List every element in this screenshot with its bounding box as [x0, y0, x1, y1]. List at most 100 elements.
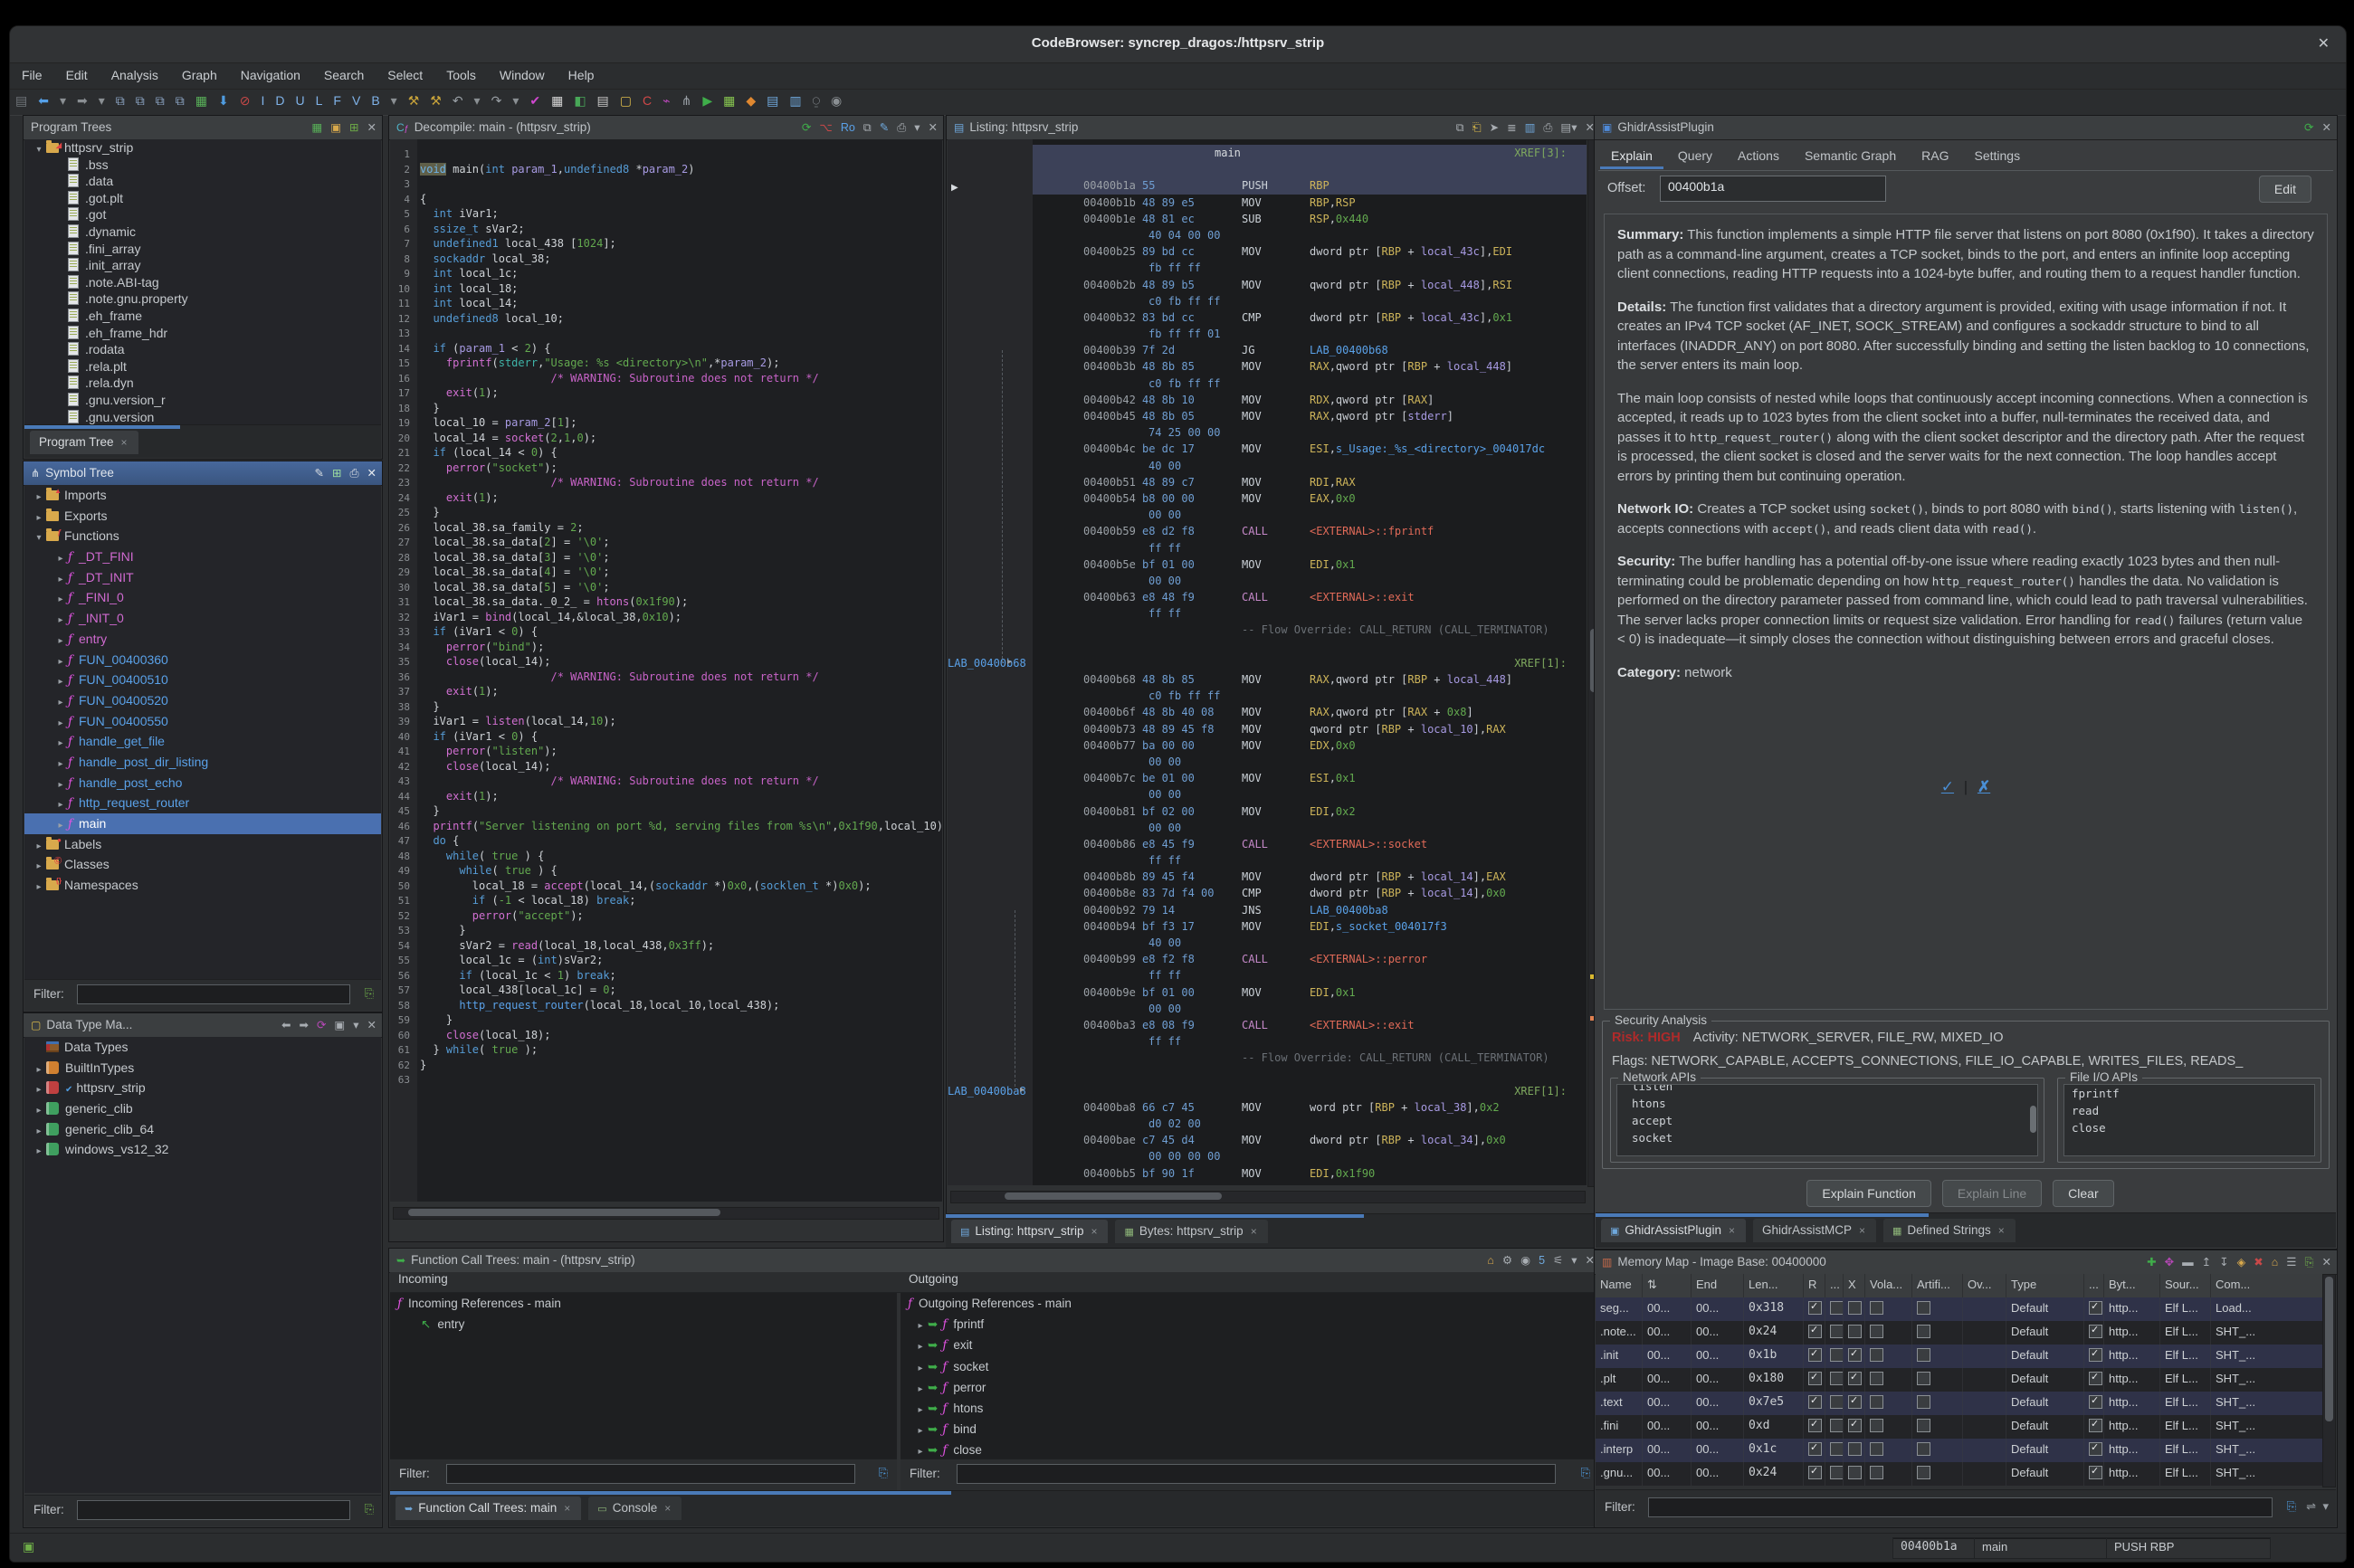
decompile-line[interactable]: 63 — [390, 1072, 942, 1088]
symbol-tree-item-Imports[interactable]: ▸▲Imports — [24, 485, 381, 506]
bookmark-icon[interactable]: B — [366, 90, 385, 108]
validate-icon[interactable]: ✔ — [524, 90, 546, 109]
decompile-line[interactable]: 7 undefined1 local_438 [1024]; — [390, 236, 942, 252]
outgoing-item-exit[interactable]: ▸➥ƒexit — [901, 1335, 1599, 1355]
outgoing-filter-input[interactable] — [957, 1464, 1556, 1484]
ghidrassist-refresh-icon[interactable]: ⟳ — [2304, 121, 2313, 134]
permission-checkbox[interactable] — [1808, 1348, 1822, 1362]
permission-checkbox[interactable] — [1870, 1395, 1883, 1409]
decompile-ro-icon[interactable]: Ro — [841, 121, 855, 134]
decompile-line[interactable]: 30 local_38.sa_data[5] = '\0'; — [390, 580, 942, 595]
undo-icon[interactable]: ↶ — [447, 90, 469, 109]
decompile-line[interactable]: 6 ssize_t sVar2; — [390, 222, 942, 237]
outgoing-item-htons[interactable]: ▸➥ƒhtons — [901, 1398, 1599, 1419]
symbol-tree-item-handle_post_echo[interactable]: ▸ƒhandle_post_echo — [24, 773, 381, 794]
listing-row[interactable]: 00 00 — [948, 754, 1587, 770]
symbol-camera-icon[interactable]: ⎙ — [350, 467, 359, 480]
permission-checkbox[interactable] — [2089, 1301, 2102, 1315]
go-down-icon[interactable]: ⬇ — [213, 90, 234, 109]
listing-row[interactable]: 00400b5ebf 01 00MOVEDI,0x1 — [948, 556, 1587, 573]
api-item[interactable]: htons — [1625, 1095, 2037, 1112]
listing-row[interactable]: ff ff — [948, 605, 1587, 622]
symbol-tree-item-_DT_FINI[interactable]: ▸ƒ_DT_FINI — [24, 546, 381, 567]
outgoing-item-close[interactable]: ▸➥ƒclose — [901, 1440, 1599, 1459]
decompile-line[interactable]: 46 printf("Server listening on port %d, … — [390, 819, 942, 834]
symbol-tree-item-FUN_00400510[interactable]: ▸ƒFUN_00400510 — [24, 670, 381, 690]
redo-dropdown[interactable]: ▾ — [507, 90, 524, 109]
api-item[interactable]: accept — [1625, 1112, 2037, 1129]
decompile-line[interactable]: 4{ — [390, 192, 942, 207]
symbol-edit-icon[interactable]: ✎ — [315, 467, 324, 480]
network-apis-scrollbar[interactable] — [2030, 1106, 2036, 1133]
dtm-filter-config-icon[interactable]: ⎘ — [365, 1502, 374, 1516]
program-tree-item-.got[interactable]: .got — [24, 206, 381, 223]
permission-checkbox[interactable] — [1830, 1372, 1844, 1385]
symbol-tree-item-main[interactable]: ▸ƒmain — [24, 813, 381, 834]
program-tree-item-.gnu.version[interactable]: .gnu.version — [24, 409, 381, 425]
permission-checkbox[interactable] — [1808, 1301, 1822, 1315]
mm-menu-icon[interactable]: ☰ — [2286, 1256, 2296, 1269]
decompile-line[interactable]: 43 /* WARNING: Subroutine does not retur… — [390, 774, 942, 789]
listing-book-icon[interactable]: ▤▾ — [1560, 121, 1577, 134]
decompile-line[interactable]: 48 while( true ) { — [390, 849, 942, 864]
symbol-tree-close-icon[interactable]: ✕ — [367, 467, 376, 480]
symbol-tree-tool-icon[interactable]: ⋔ — [676, 90, 698, 109]
dtm-window-icon[interactable]: ▣ — [334, 1019, 345, 1031]
mm-merge-icon[interactable]: ◈ — [2237, 1256, 2246, 1269]
feedback-accept-icon[interactable]: ✓ — [1941, 778, 1954, 795]
listing-row[interactable]: c0 fb ff ff — [948, 688, 1587, 704]
decompile-line[interactable]: 35 close(local_14); — [390, 654, 942, 670]
decompile-rerun-icon[interactable]: ⟳ — [802, 121, 811, 134]
decompile-line[interactable]: 1 — [390, 147, 942, 162]
mm-filter-save-icon[interactable]: ⎘ — [2287, 1499, 2296, 1514]
decompile-line[interactable]: 45 } — [390, 803, 942, 819]
menu-analysis[interactable]: Analysis — [100, 63, 170, 82]
table2-tool-icon[interactable]: ▥ — [784, 90, 806, 109]
listing-row[interactable]: 00 00 00 00 — [948, 1148, 1587, 1164]
permission-checkbox[interactable] — [1870, 1419, 1883, 1432]
listing-row[interactable]: 00 00 — [948, 1182, 1587, 1185]
ghidrassist-tab-explain[interactable]: Explain — [1598, 143, 1665, 169]
decompile-line[interactable]: 44 exit(1); — [390, 789, 942, 804]
outgoing-item-bind[interactable]: ▸➥ƒbind — [901, 1419, 1599, 1440]
permission-checkbox[interactable] — [1917, 1325, 1930, 1338]
nav-forward-icon[interactable]: ➡ — [71, 90, 93, 109]
api-item[interactable]: listen — [1625, 1084, 2037, 1095]
listing-row[interactable]: 00400b4548 8b 05MOVRAX,qword ptr [stderr… — [948, 408, 1587, 424]
decompile-line[interactable]: 22 perror("socket"); — [390, 461, 942, 476]
decompile-line[interactable]: 57 local_438[local_1c] = 0; — [390, 983, 942, 998]
permission-checkbox[interactable] — [1808, 1395, 1822, 1409]
fct-home-icon[interactable]: ⌂ — [1487, 1254, 1494, 1267]
outgoing-item-fprintf[interactable]: ▸➥ƒfprintf — [901, 1314, 1599, 1335]
decompile-line[interactable]: 8 sockaddr local_38; — [390, 252, 942, 267]
decompile-line[interactable]: 61 } while( true ); — [390, 1042, 942, 1058]
listing-row[interactable]: -- Flow Override: CALL_RETURN (CALL_TERM… — [948, 1050, 1587, 1066]
listing-row[interactable] — [948, 161, 1587, 177]
tab-listing--httpsrv-strip[interactable]: ▤Listing: httpsrv_strip× — [951, 1220, 1108, 1243]
permission-checkbox[interactable] — [2089, 1325, 2102, 1338]
permission-checkbox[interactable] — [1917, 1419, 1930, 1432]
permission-checkbox[interactable] — [1830, 1442, 1844, 1456]
mm-up-icon[interactable]: ↥ — [2202, 1256, 2211, 1269]
permission-checkbox[interactable] — [1870, 1301, 1883, 1315]
listing-row[interactable]: 40 00 — [948, 935, 1587, 951]
window-close-icon[interactable]: ✕ — [2318, 34, 2330, 52]
listing-cursor-icon[interactable]: ➤ — [1490, 121, 1499, 134]
listing-row[interactable]: 00400b54b8 00 00MOVEAX,0x0 — [948, 490, 1587, 507]
symbol-tree-item-Functions[interactable]: ▾ƒFunctions — [24, 526, 381, 546]
program-tree-item-httpsrv_strip[interactable]: ▾◢httpsrv_strip — [24, 139, 381, 157]
symbol-new-icon[interactable]: ⊞ — [332, 467, 341, 480]
symbol-tree-item-Exports[interactable]: ▸Exports — [24, 506, 381, 527]
decompile-close-icon[interactable]: ✕ — [929, 121, 938, 134]
permission-checkbox[interactable] — [2089, 1372, 2102, 1385]
decompile-line[interactable]: 13 — [390, 326, 942, 341]
permission-checkbox[interactable] — [1830, 1419, 1844, 1432]
decompile-line[interactable]: 10 int local_18; — [390, 281, 942, 297]
bookmarks-view-icon[interactable]: ◧ — [568, 90, 591, 109]
listing-row[interactable]: fb ff ff 01 — [948, 326, 1587, 342]
tab-program-tree[interactable]: Program Tree× — [30, 431, 138, 454]
run-script-icon[interactable]: ▶ — [697, 90, 718, 109]
decompile-line[interactable]: 47 do { — [390, 833, 942, 849]
ghidrassist-close-icon[interactable]: ✕ — [2322, 121, 2331, 134]
listing-row[interactable]: 00400b77ba 00 00MOVEDX,0x0 — [948, 737, 1587, 754]
